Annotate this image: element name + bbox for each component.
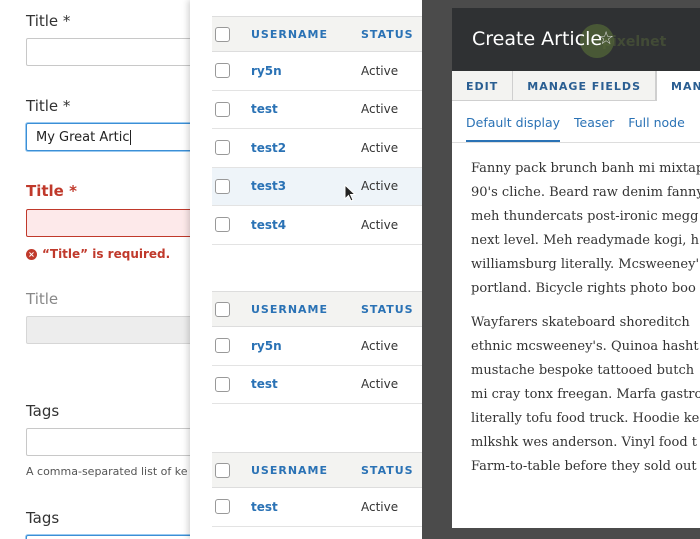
mouse-cursor-icon: [344, 184, 357, 202]
column-username[interactable]: USERNAME: [251, 303, 361, 316]
article-body: Fanny pack brunch banh mi mixtap 90's cl…: [452, 143, 700, 479]
status-text: Active: [361, 63, 399, 78]
error-icon: ×: [26, 248, 37, 260]
username-link[interactable]: test: [251, 377, 361, 391]
text-line: mlkshk wes anderson. Vinyl food t: [471, 435, 697, 450]
text-line: Fanny pack brunch banh mi mixtap: [471, 161, 700, 176]
paragraph-2: Wayfarers skateboard shoreditch ethnic m…: [471, 311, 700, 479]
text-line: literally tofu food truck. Hoodie ke: [471, 411, 700, 426]
status-text: Active: [361, 338, 399, 353]
star-icon[interactable]: ☆: [598, 28, 614, 49]
title-label-error: Title *: [26, 182, 77, 200]
username-link[interactable]: test2: [251, 141, 361, 155]
table-row: ry5n Active: [212, 327, 422, 366]
users-table-2: USERNAME STATUS ry5n Active test Active: [212, 291, 422, 404]
column-username[interactable]: USERNAME: [251, 464, 361, 477]
create-article-modal: pixelnet Create Article ☆ EDIT MANAGE FI…: [452, 8, 700, 528]
paragraph-1: Fanny pack brunch banh mi mixtap 90's cl…: [471, 157, 700, 301]
title-input-disabled: [26, 316, 190, 344]
row-checkbox[interactable]: [215, 499, 230, 515]
title-label-focused: Title *: [26, 97, 71, 115]
modal-backdrop: pixelnet Create Article ☆ EDIT MANAGE FI…: [422, 0, 700, 539]
table-header: USERNAME STATUS: [212, 16, 422, 52]
text-line: mustache bespoke tattooed butch: [471, 363, 695, 378]
tags-label-2: Tags: [26, 509, 60, 527]
text-line: meh thundercats post-ironic megg: [471, 209, 699, 224]
table-row: test Active: [212, 488, 422, 527]
text-line: 90's cliche. Beard raw denim fanny: [471, 185, 700, 200]
text-line: williamsburg literally. Mcsweeney': [471, 257, 700, 272]
column-status[interactable]: STATUS: [361, 464, 414, 477]
table-row: test4 Active: [212, 206, 422, 245]
username-link[interactable]: test4: [251, 218, 361, 232]
username-link[interactable]: test: [251, 500, 361, 514]
username-link[interactable]: ry5n: [251, 339, 361, 353]
tags-description: A comma-separated list of ke: [26, 465, 188, 478]
secondary-tabs: Default display Teaser Full node: [452, 101, 700, 143]
form-panel: Title * Title * My Great Artic Title * ×…: [0, 0, 190, 539]
users-tables-panel: USERNAME STATUS ry5n Active test Active …: [190, 0, 422, 539]
status-text: Active: [361, 217, 399, 232]
title-label-disabled: Title: [26, 290, 59, 308]
status-text: Active: [361, 377, 399, 392]
text-line: portland. Bicycle rights photo boo: [471, 281, 696, 296]
tab-manage-fields[interactable]: MANAGE FIELDS: [513, 71, 656, 100]
status-text: Active: [361, 140, 399, 155]
username-link[interactable]: test: [251, 102, 361, 116]
text-caret: [130, 130, 132, 145]
tags-input-2[interactable]: [26, 535, 190, 539]
tab-edit[interactable]: EDIT: [452, 71, 514, 100]
modal-header: pixelnet Create Article ☆: [452, 8, 700, 71]
row-checkbox[interactable]: [215, 63, 230, 79]
column-status[interactable]: STATUS: [361, 28, 414, 41]
subtab-teaser[interactable]: Teaser: [574, 101, 614, 142]
text-line: Farm-to-table before they sold out: [471, 459, 697, 474]
status-text: Active: [361, 179, 399, 194]
status-text: Active: [361, 102, 399, 117]
row-checkbox[interactable]: [215, 178, 230, 194]
table-header: USERNAME STATUS: [212, 291, 422, 327]
subtab-full-node[interactable]: Full node: [628, 101, 685, 142]
tab-manage-display[interactable]: MANA: [656, 71, 700, 101]
text-line: ethnic mcsweeney's. Quinoa hasht: [471, 339, 699, 354]
username-link[interactable]: ry5n: [251, 64, 361, 78]
title-input-value: My Great Artic: [36, 130, 130, 145]
table-row: test2 Active: [212, 129, 422, 168]
title-label: Title *: [26, 12, 71, 30]
column-status[interactable]: STATUS: [361, 303, 414, 316]
table-row: test Active: [212, 91, 422, 129]
title-error-message: × “Title” is required.: [26, 247, 170, 261]
select-all-checkbox[interactable]: [215, 26, 230, 42]
tags-label: Tags: [26, 402, 60, 420]
row-checkbox[interactable]: [215, 101, 230, 117]
title-input-error[interactable]: [26, 209, 190, 237]
users-table-3: USERNAME STATUS test Active: [212, 452, 422, 527]
users-table-1: USERNAME STATUS ry5n Active test Active …: [212, 16, 422, 245]
select-all-checkbox[interactable]: [215, 301, 230, 317]
table-row-hovered: test3 Active: [212, 167, 422, 206]
text-line: Wayfarers skateboard shoreditch: [471, 315, 690, 330]
tags-input[interactable]: [26, 428, 190, 456]
title-input[interactable]: [26, 38, 190, 66]
error-message-text: “Title” is required.: [42, 247, 171, 261]
column-username[interactable]: USERNAME: [251, 28, 361, 41]
table-row: test Active: [212, 366, 422, 404]
text-line: mi cray tonx freegan. Marfa gastro: [471, 387, 700, 402]
row-checkbox[interactable]: [215, 140, 230, 156]
row-checkbox[interactable]: [215, 217, 230, 233]
modal-title: Create Article: [472, 28, 603, 50]
row-checkbox[interactable]: [215, 376, 230, 392]
status-text: Active: [361, 499, 399, 514]
table-row: ry5n Active: [212, 52, 422, 91]
primary-tabs: EDIT MANAGE FIELDS MANA: [452, 71, 700, 101]
row-checkbox[interactable]: [215, 338, 230, 354]
text-line: next level. Meh readymade kogi, h: [471, 233, 699, 248]
subtab-default-display[interactable]: Default display: [466, 101, 561, 142]
table-header: USERNAME STATUS: [212, 452, 422, 488]
title-input-focused[interactable]: My Great Artic: [26, 123, 190, 151]
select-all-checkbox[interactable]: [215, 462, 230, 478]
